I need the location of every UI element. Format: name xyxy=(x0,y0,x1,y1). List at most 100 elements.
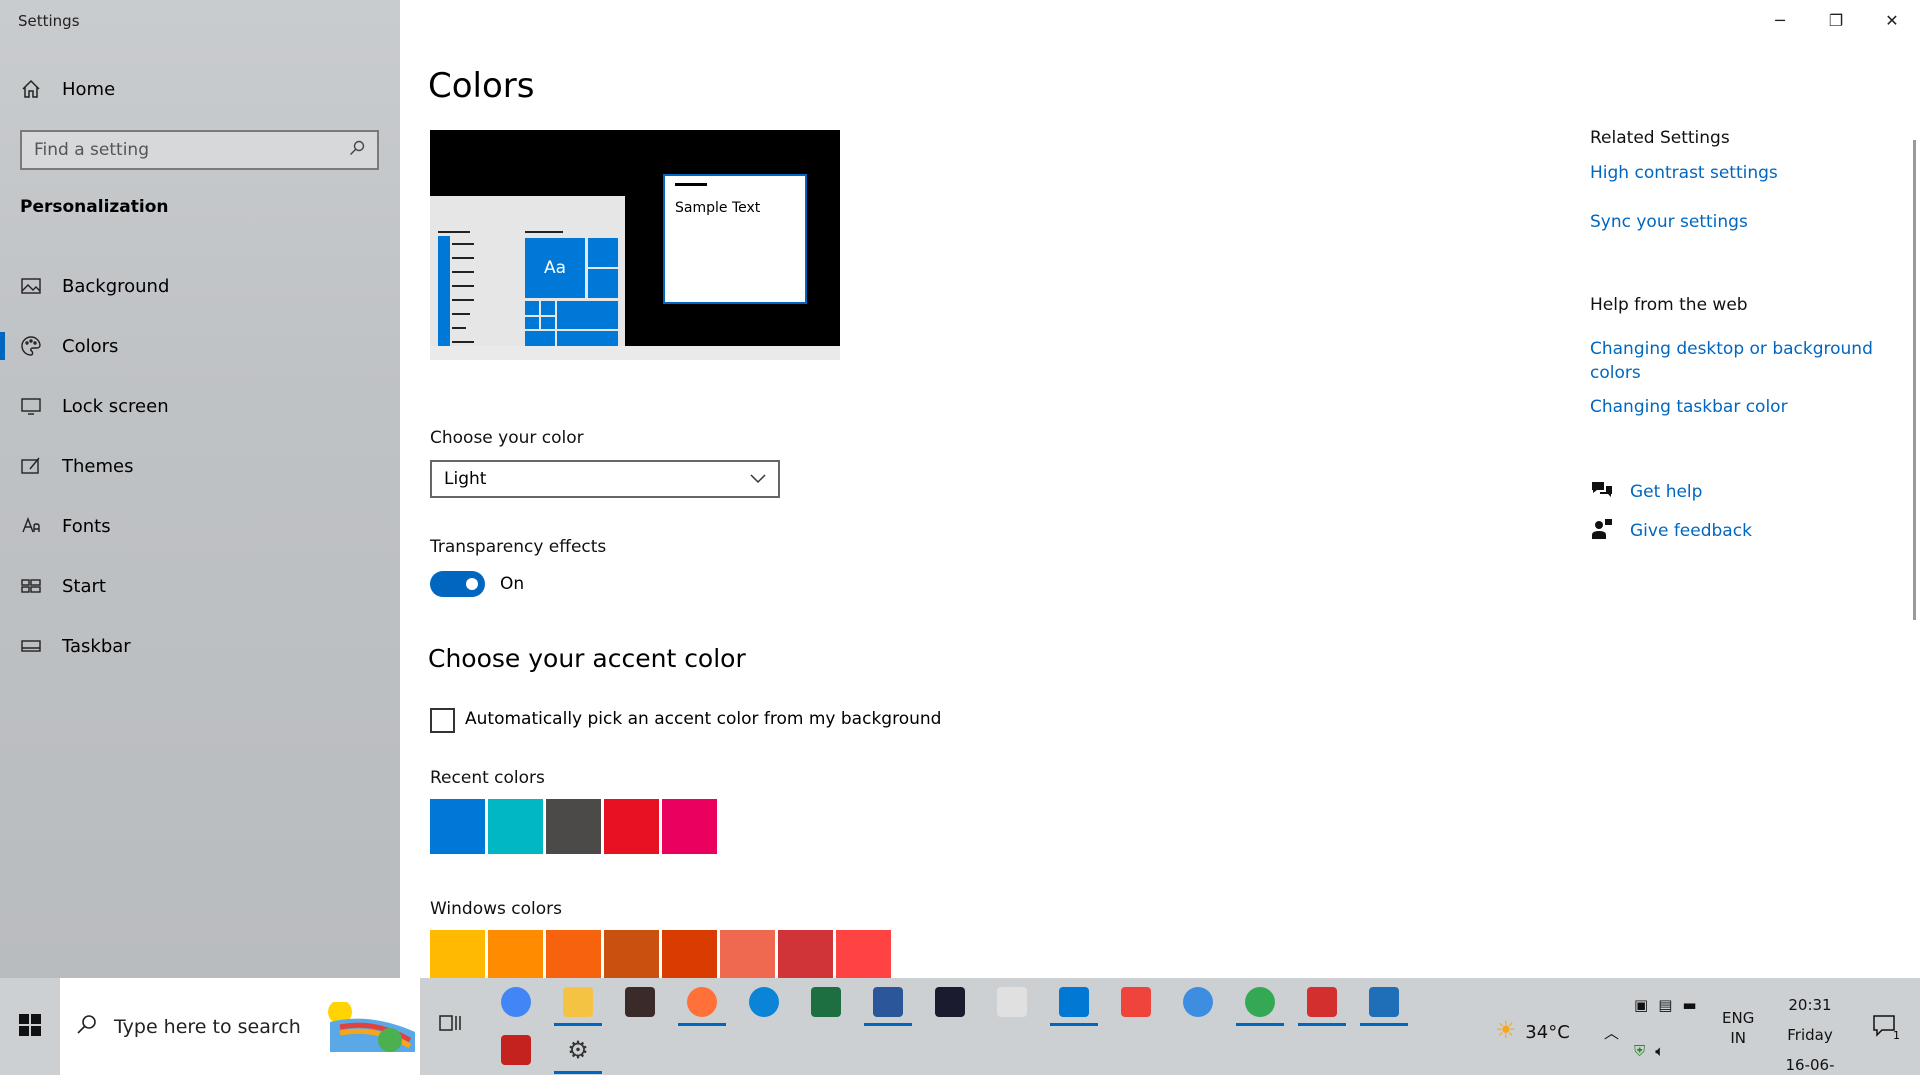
give-feedback-link[interactable]: Give feedback xyxy=(1630,519,1752,543)
recent-color-swatch[interactable] xyxy=(430,799,485,854)
start-button[interactable] xyxy=(0,978,60,1075)
taskbar-app-word[interactable] xyxy=(862,978,914,1026)
taskbar-app-store[interactable] xyxy=(1172,978,1224,1026)
windows-color-swatch[interactable] xyxy=(836,930,891,978)
feedback-icon xyxy=(1590,517,1614,545)
recent-color-swatch[interactable] xyxy=(546,799,601,854)
setting-search-input[interactable] xyxy=(34,140,349,160)
start-icon xyxy=(20,575,42,597)
meet-now-icon[interactable]: ▣ xyxy=(1634,996,1648,1014)
sync-settings-link[interactable]: Sync your settings xyxy=(1590,210,1748,234)
auto-accent-checkbox[interactable] xyxy=(430,708,455,733)
media-app-icon xyxy=(625,987,655,1017)
home-link[interactable]: Home xyxy=(20,78,115,100)
battery-icon[interactable]: ▬ xyxy=(1682,996,1696,1014)
high-contrast-link[interactable]: High contrast settings xyxy=(1590,161,1778,185)
recent-colors-label: Recent colors xyxy=(430,768,545,788)
scrollbar[interactable] xyxy=(1913,140,1916,620)
sidebar-item-label: Background xyxy=(62,275,170,297)
taskbar-app-settings[interactable]: ⚙ xyxy=(552,1026,604,1074)
taskbar-app-media[interactable] xyxy=(614,978,666,1026)
anydesk-icon xyxy=(1121,987,1151,1017)
windows-color-swatch[interactable] xyxy=(488,930,543,978)
windows-color-swatch[interactable] xyxy=(778,930,833,978)
excel-icon xyxy=(811,987,841,1017)
language-indicator[interactable]: ENG IN xyxy=(1722,1008,1754,1048)
give-feedback-row[interactable]: Give feedback xyxy=(1590,517,1752,545)
sidebar-item-label: Themes xyxy=(62,455,134,477)
task-view-button[interactable] xyxy=(435,1008,465,1038)
taskbar-app-file-explorer[interactable] xyxy=(552,978,604,1026)
sidebar-item-themes[interactable]: Themes xyxy=(0,436,400,496)
weather-widget[interactable]: ☀ 34°C xyxy=(1495,1016,1570,1044)
firefox-icon xyxy=(687,987,717,1017)
clock-day: Friday xyxy=(1787,1026,1833,1044)
preview-light-panel: Aa xyxy=(430,196,625,346)
sidebar-nav: Background Colors Lock screen Themes Fon… xyxy=(0,256,400,676)
chrome-profile-icon xyxy=(1245,987,1275,1017)
transparency-toggle[interactable] xyxy=(430,571,485,597)
choose-color-dropdown[interactable]: Light xyxy=(430,460,780,498)
windows-colors xyxy=(430,930,891,978)
network-icon[interactable]: ▤ xyxy=(1658,996,1672,1014)
window-controls: ─ ❐ ✕ xyxy=(1752,0,1920,40)
vscode-icon xyxy=(1059,987,1089,1017)
windows-color-swatch[interactable] xyxy=(662,930,717,978)
volume-icon[interactable]: 🔈︎ xyxy=(1655,1042,1664,1060)
defender-shield-icon[interactable]: ⛨ xyxy=(1634,1042,1645,1060)
windows-color-swatch[interactable] xyxy=(546,930,601,978)
notification-center-button[interactable]: 1 xyxy=(1872,1014,1900,1042)
recent-color-swatch[interactable] xyxy=(604,799,659,854)
notification-count: 1 xyxy=(1893,1029,1900,1042)
taskbar-app-edge[interactable] xyxy=(738,978,790,1026)
taskbar-app-anydesk[interactable] xyxy=(1110,978,1162,1026)
help-link-background-colors[interactable]: Changing desktop or background colors xyxy=(1590,337,1880,385)
transparency-label: Transparency effects xyxy=(430,537,607,557)
taskbar-app-firefox[interactable] xyxy=(676,978,728,1026)
help-link-taskbar-color[interactable]: Changing taskbar color xyxy=(1590,395,1788,419)
minimize-button[interactable]: ─ xyxy=(1752,0,1808,40)
taskbar-app-intellij[interactable] xyxy=(924,978,976,1026)
setting-search-box[interactable] xyxy=(20,130,379,170)
taskbar-app-pdf-tool[interactable] xyxy=(1296,978,1348,1026)
get-help-row[interactable]: Get help xyxy=(1590,478,1702,506)
sidebar: Settings Home Personalization Background… xyxy=(0,0,400,978)
get-help-link[interactable]: Get help xyxy=(1630,480,1702,504)
recent-color-swatch[interactable] xyxy=(488,799,543,854)
taskbar-app-chrome[interactable] xyxy=(490,978,542,1026)
windows-color-swatch[interactable] xyxy=(604,930,659,978)
sidebar-item-taskbar[interactable]: Taskbar xyxy=(0,616,400,676)
weather-icon: ☀ xyxy=(1495,1016,1517,1044)
taskbar-app-java[interactable] xyxy=(986,978,1038,1026)
windows-color-swatch[interactable] xyxy=(720,930,775,978)
chrome-icon xyxy=(501,987,531,1017)
pdf-tool-icon xyxy=(1307,987,1337,1017)
clock-time: 20:31 xyxy=(1788,996,1832,1014)
sidebar-item-background[interactable]: Background xyxy=(0,256,400,316)
taskbar-app-vscode[interactable] xyxy=(1048,978,1100,1026)
sidebar-item-start[interactable]: Start xyxy=(0,556,400,616)
preview-tile-text: Aa xyxy=(543,258,567,278)
taskbar-app-chrome-profile[interactable] xyxy=(1234,978,1286,1026)
sidebar-item-lock-screen[interactable]: Lock screen xyxy=(0,376,400,436)
taskbar-app-calculator[interactable] xyxy=(1358,978,1410,1026)
taskbar-search-box[interactable]: Type here to search xyxy=(60,978,420,1075)
transparency-state: On xyxy=(500,574,525,594)
close-button[interactable]: ✕ xyxy=(1864,0,1920,40)
taskbar-app-acrobat[interactable] xyxy=(490,1026,542,1074)
show-hidden-icons-button[interactable]: ︿ xyxy=(1604,1022,1619,1043)
auto-accent-label: Automatically pick an accent color from … xyxy=(465,709,942,729)
taskbar-app-excel[interactable] xyxy=(800,978,852,1026)
sidebar-item-colors[interactable]: Colors xyxy=(0,316,400,376)
restore-button[interactable]: ❐ xyxy=(1808,0,1864,40)
acrobat-icon xyxy=(501,1035,531,1065)
clock[interactable]: 20:31 Friday 16-06-2023 xyxy=(1768,990,1852,1075)
close-icon: ✕ xyxy=(1885,10,1899,30)
sidebar-item-fonts[interactable]: Fonts xyxy=(0,496,400,556)
windows-color-swatch[interactable] xyxy=(430,930,485,978)
file-explorer-icon xyxy=(563,987,593,1017)
recent-color-swatch[interactable] xyxy=(662,799,717,854)
preview-bottom-strip xyxy=(430,346,840,360)
sidebar-item-label: Start xyxy=(62,575,106,597)
search-icon[interactable] xyxy=(349,140,365,160)
